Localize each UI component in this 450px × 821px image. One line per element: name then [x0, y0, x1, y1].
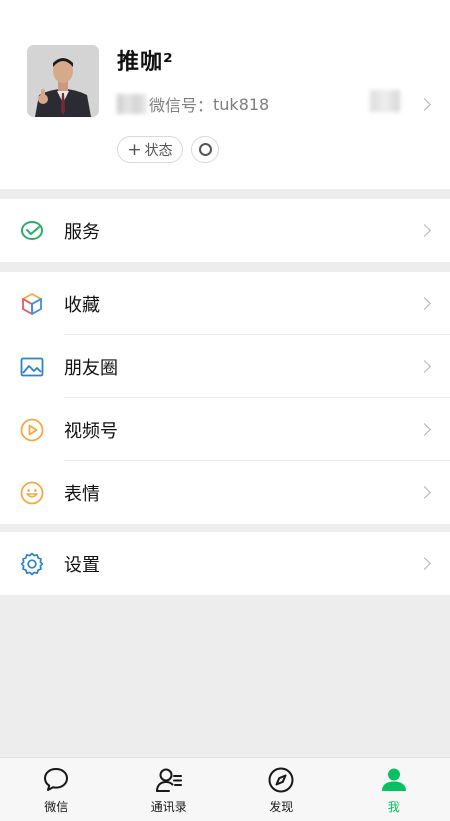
menu-label-service: 服务	[64, 221, 100, 243]
service-group: 服务	[0, 199, 450, 262]
channels-play-icon	[20, 418, 44, 441]
tab-label: 通讯录	[150, 800, 187, 814]
menu-item-service[interactable]: 服务	[0, 199, 450, 262]
profile-nickname: 推咖²	[117, 50, 174, 75]
favorites-cube-icon	[22, 292, 42, 315]
tab-label: 微信	[44, 800, 69, 814]
menu-label-channels: 视频号	[64, 420, 118, 442]
chevron-right-icon	[418, 557, 431, 570]
wechat-id-prefix: 微信号：	[149, 96, 214, 115]
chat-bubble-icon	[44, 768, 69, 791]
plus-icon: +	[127, 139, 142, 160]
status-button-label: 状态	[144, 142, 173, 159]
tab-label: 发现	[269, 800, 294, 814]
tab-label: 我	[387, 800, 400, 814]
circle-icon	[198, 143, 212, 156]
menu-label-favorites: 收藏	[64, 294, 100, 316]
blurred-id-prefix-icon	[117, 94, 147, 114]
bottom-tab-bar: 微信 通讯录 发现 我	[0, 757, 450, 821]
stickers-smiley-icon	[20, 481, 44, 504]
menu-label-stickers: 表情	[64, 483, 100, 505]
chevron-right-icon	[418, 297, 431, 310]
menu-label-settings: 设置	[64, 554, 100, 576]
chevron-right-icon	[418, 224, 431, 237]
menu-label-moments: 朋友圈	[64, 357, 118, 379]
moments-image-icon	[20, 357, 44, 376]
add-status-button[interactable]: + 状态	[117, 136, 183, 163]
chevron-right-icon	[418, 360, 431, 373]
wechat-id-row: 微信号： tuk818	[117, 93, 269, 115]
service-icon	[20, 220, 44, 240]
menu-item-moments[interactable]: 朋友圈	[0, 335, 450, 398]
chevron-right-icon	[418, 423, 431, 436]
avatar-person-image	[27, 45, 99, 117]
status-circle-button[interactable]	[191, 136, 219, 163]
settings-group: 设置	[0, 532, 450, 595]
profile-chevron-right-icon	[418, 98, 431, 111]
compass-icon	[268, 767, 294, 793]
chevron-right-icon	[418, 486, 431, 499]
profile-header[interactable]: 推咖² 微信号： tuk818 + 状态	[0, 0, 450, 189]
settings-gear-icon	[20, 552, 44, 575]
tab-me[interactable]: 我	[338, 758, 450, 821]
menu-item-settings[interactable]: 设置	[0, 532, 450, 595]
tab-contacts[interactable]: 通讯录	[113, 758, 226, 821]
person-icon	[381, 768, 406, 791]
menu-item-channels[interactable]: 视频号	[0, 398, 450, 461]
wechat-id-value: tuk818	[213, 94, 270, 114]
avatar[interactable]	[27, 45, 99, 117]
features-group: 收藏 朋友圈 视频号 表情	[0, 272, 450, 524]
menu-item-stickers[interactable]: 表情	[0, 461, 450, 524]
contacts-icon	[155, 768, 182, 792]
menu-item-favorites[interactable]: 收藏	[0, 272, 450, 335]
tab-chats[interactable]: 微信	[0, 758, 113, 821]
tab-discover[interactable]: 发现	[225, 758, 338, 821]
qr-code-icon[interactable]	[370, 90, 400, 112]
